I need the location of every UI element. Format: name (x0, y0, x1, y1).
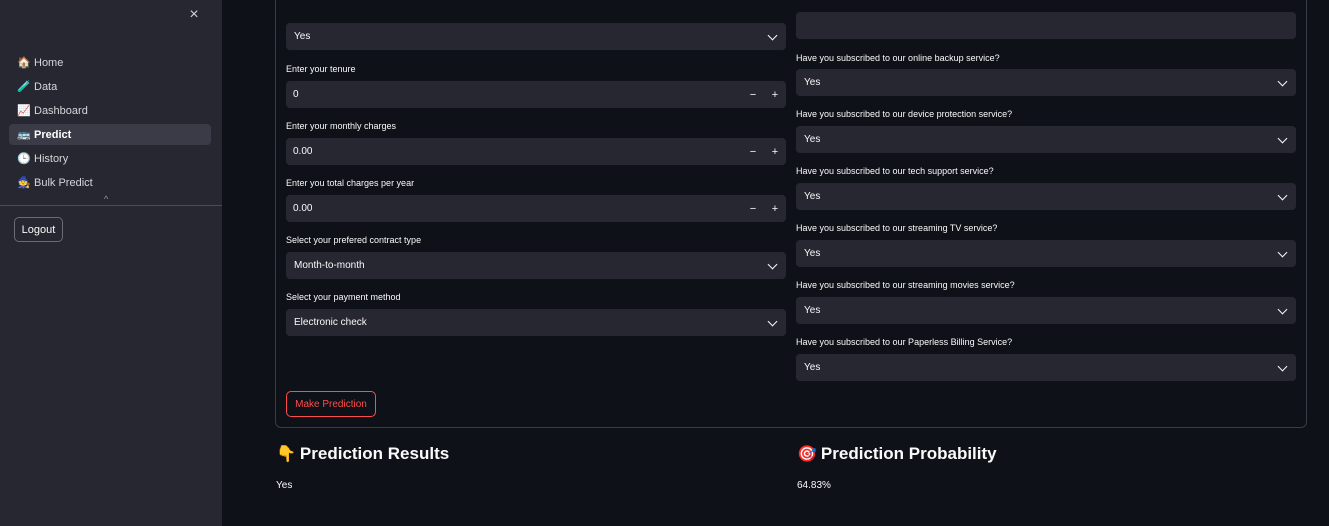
select-value: Yes (804, 77, 821, 88)
sidebar: × 🏠 Home 🧪 Data 📈 Dashboard 🚌 Predict 🕒 … (0, 0, 222, 526)
chevron-down-icon (1277, 76, 1288, 87)
wizard-icon: 🧙 (17, 176, 31, 189)
increment-button[interactable]: + (764, 195, 786, 222)
total-charges-input[interactable]: 0.00 − + (286, 195, 786, 222)
chevron-down-icon (767, 259, 778, 270)
payment-select[interactable]: Electronic check (286, 309, 786, 336)
contract-label: Select your prefered contract type (286, 235, 422, 245)
house-icon: 🏠 (17, 56, 31, 69)
streaming-tv-label: Have you subscribed to our streaming TV … (796, 223, 998, 233)
target-icon: 🎯 (797, 446, 817, 463)
sidebar-item-predict[interactable]: 🚌 Predict (9, 124, 211, 145)
pointing-down-icon: 👇 (276, 446, 296, 463)
chevron-down-icon (1277, 361, 1288, 372)
make-prediction-button[interactable]: Make Prediction (286, 391, 376, 417)
increment-button[interactable]: + (764, 138, 786, 165)
online-backup-label: Have you subscribed to our online backup… (796, 53, 1000, 63)
sidebar-item-label: Predict (34, 128, 72, 141)
prediction-probability-heading: 🎯 Prediction Probability (797, 444, 997, 464)
paperless-billing-select[interactable]: Yes (796, 354, 1296, 381)
monthly-charges-label: Enter your monthly charges (286, 121, 397, 131)
decrement-button[interactable]: − (742, 195, 764, 222)
select-value: Yes (804, 191, 821, 202)
heading-text: Prediction Probability (820, 444, 997, 463)
sidebar-item-label: Home (34, 56, 64, 69)
total-charges-label: Enter you total charges per year (286, 178, 415, 188)
tenure-label: Enter your tenure (286, 64, 356, 74)
heading-text: Prediction Results (299, 444, 450, 463)
paperless-billing-label: Have you subscribed to our Paperless Bil… (796, 337, 1013, 347)
clock-icon: 🕒 (17, 152, 31, 165)
increment-button[interactable]: + (764, 81, 786, 108)
chevron-down-icon (1277, 190, 1288, 201)
chevron-up-icon[interactable]: ^ (104, 194, 108, 204)
sidebar-item-label: Dashboard (34, 104, 88, 117)
select-value: Electronic check (294, 317, 367, 328)
sidebar-divider (0, 205, 222, 206)
chevron-down-icon (1277, 304, 1288, 315)
sidebar-item-dashboard[interactable]: 📈 Dashboard (9, 100, 211, 121)
contract-select[interactable]: Month-to-month (286, 252, 786, 279)
sidebar-nav: 🏠 Home 🧪 Data 📈 Dashboard 🚌 Predict 🕒 Hi… (9, 52, 211, 196)
sidebar-item-bulk-predict[interactable]: 🧙 Bulk Predict (9, 172, 211, 193)
decrement-button[interactable]: − (742, 81, 764, 108)
top-select[interactable]: Yes (286, 23, 786, 50)
prediction-result-value: Yes (276, 480, 293, 491)
select-value: Yes (804, 362, 821, 373)
select-value: Yes (804, 248, 821, 259)
top-right-select[interactable] (796, 12, 1296, 39)
payment-label: Select your payment method (286, 292, 401, 302)
tech-support-select[interactable]: Yes (796, 183, 1296, 210)
bus-icon: 🚌 (17, 128, 31, 141)
test-tube-icon: 🧪 (17, 80, 31, 93)
select-value: Month-to-month (294, 260, 365, 271)
decrement-button[interactable]: − (742, 138, 764, 165)
total-charges-value: 0.00 (293, 203, 313, 214)
device-protection-label: Have you subscribed to our device protec… (796, 109, 1013, 119)
streaming-movies-label: Have you subscribed to our streaming mov… (796, 280, 1015, 290)
chevron-down-icon (767, 30, 778, 41)
sidebar-item-data[interactable]: 🧪 Data (9, 76, 211, 97)
sidebar-item-label: Bulk Predict (34, 176, 93, 189)
tech-support-label: Have you subscribed to our tech support … (796, 166, 994, 176)
select-value: Yes (804, 305, 821, 316)
select-value: Yes (804, 134, 821, 145)
select-value: Yes (294, 31, 311, 42)
chevron-down-icon (767, 316, 778, 327)
tenure-input[interactable]: 0 − + (286, 81, 786, 108)
streaming-movies-select[interactable]: Yes (796, 297, 1296, 324)
tenure-value: 0 (293, 89, 299, 100)
sidebar-item-history[interactable]: 🕒 History (9, 148, 211, 169)
monthly-charges-value: 0.00 (293, 146, 313, 157)
monthly-charges-input[interactable]: 0.00 − + (286, 138, 786, 165)
device-protection-select[interactable]: Yes (796, 126, 1296, 153)
streaming-tv-select[interactable]: Yes (796, 240, 1296, 267)
sidebar-item-label: History (34, 152, 69, 165)
chevron-down-icon (1277, 133, 1288, 144)
prediction-probability-value: 64.83% (797, 480, 831, 491)
sidebar-item-home[interactable]: 🏠 Home (9, 52, 211, 73)
close-icon[interactable]: × (185, 6, 203, 24)
chart-icon: 📈 (17, 104, 31, 117)
logout-button[interactable]: Logout (14, 217, 63, 242)
chevron-down-icon (1277, 247, 1288, 258)
prediction-results-heading: 👇 Prediction Results (276, 444, 449, 464)
sidebar-item-label: Data (34, 80, 58, 93)
online-backup-select[interactable]: Yes (796, 69, 1296, 96)
